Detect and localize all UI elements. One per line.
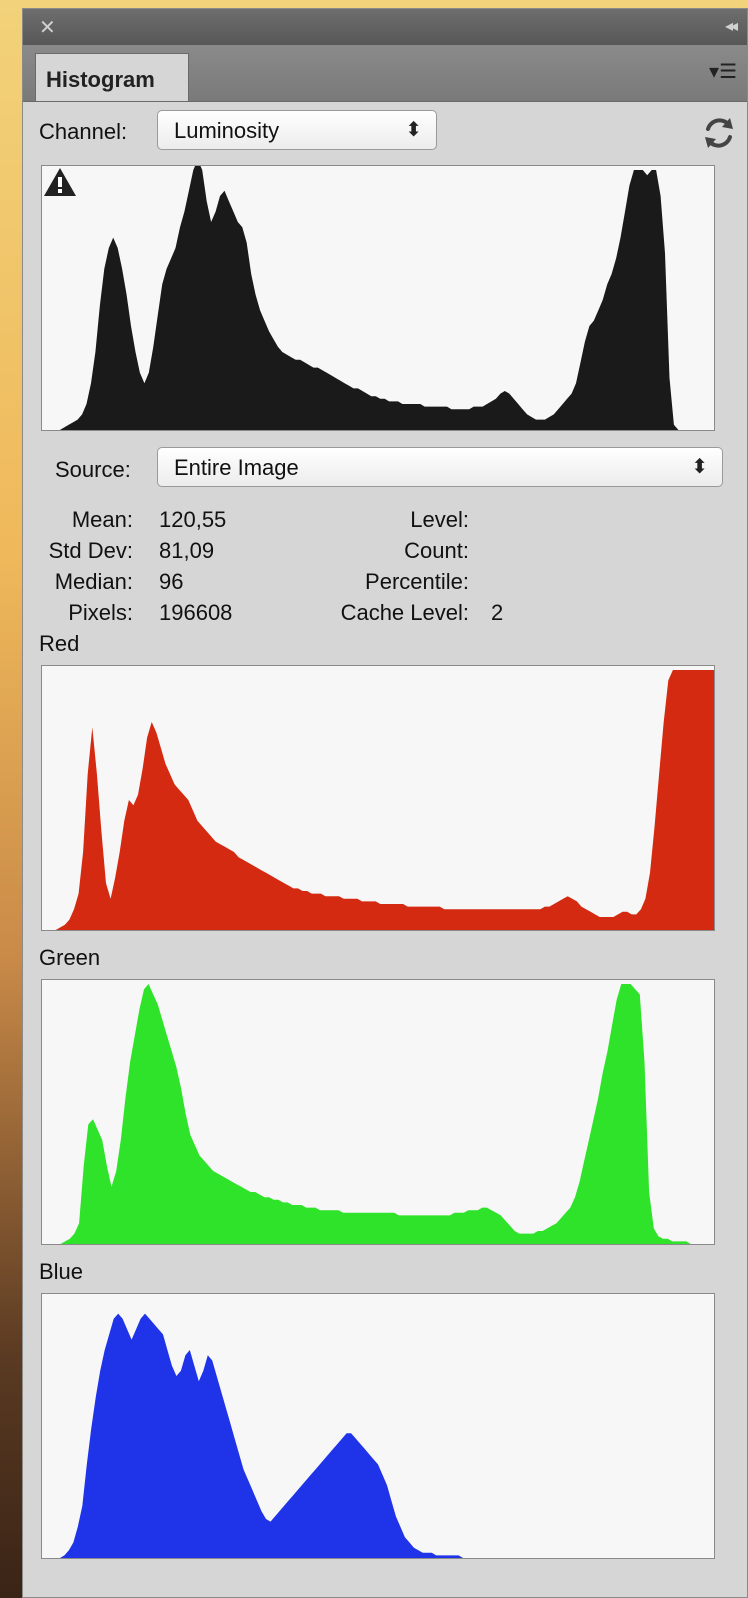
- cache-level-value: 2: [491, 600, 504, 625]
- channel-select[interactable]: Luminosity ⬍: [157, 110, 437, 150]
- red-histogram-chart: [42, 670, 714, 930]
- channel-select-value: Luminosity: [174, 118, 280, 143]
- median-value: 96: [159, 569, 184, 594]
- select-arrows-icon: ⬍: [691, 456, 708, 478]
- close-icon[interactable]: ✕: [39, 15, 56, 40]
- mean-label: Mean:: [71, 507, 133, 532]
- stddev-value: 81,09: [159, 538, 215, 563]
- median-label: Median:: [54, 569, 133, 594]
- blue-histogram[interactable]: [41, 1293, 715, 1559]
- panel-menu-icon[interactable]: ▾☰: [709, 59, 737, 84]
- refresh-icon[interactable]: [699, 113, 739, 153]
- source-label: Source:: [55, 457, 131, 482]
- stddev-label: Std Dev:: [48, 538, 133, 563]
- count-label: Count:: [404, 538, 469, 563]
- histogram-panel: ✕ ◂◂ Histogram ▾☰ Channel: Luminosity ⬍ …: [22, 8, 748, 1598]
- red-histogram-area: [42, 670, 714, 930]
- luminosity-histogram[interactable]: [41, 165, 715, 431]
- green-histogram-area: [42, 984, 714, 1244]
- pixels-value: 196608: [159, 600, 233, 625]
- percentile-label: Percentile:: [365, 569, 469, 594]
- panel-titlebar[interactable]: ✕ ◂◂: [23, 9, 747, 45]
- cache-warning-icon[interactable]: [42, 166, 78, 198]
- luminosity-histogram-area: [42, 166, 714, 430]
- pixels-label: Pixels:: [68, 600, 133, 625]
- mean-value: 120,55: [159, 507, 227, 532]
- source-select[interactable]: Entire Image ⬍: [157, 447, 723, 487]
- blue-channel-label: Blue: [39, 1259, 84, 1284]
- select-arrows-icon: ⬍: [405, 119, 422, 141]
- collapse-panel-icon[interactable]: ◂◂: [725, 16, 738, 36]
- luminosity-histogram-chart: [42, 166, 714, 430]
- blue-histogram-area: [42, 1313, 714, 1558]
- red-channel-label: Red: [39, 631, 80, 656]
- channel-label: Channel:: [39, 119, 128, 144]
- cache-level-label: Cache Level:: [340, 600, 469, 625]
- red-histogram[interactable]: [41, 665, 715, 931]
- source-select-value: Entire Image: [174, 455, 299, 480]
- green-histogram-chart: [42, 984, 714, 1244]
- level-label: Level:: [410, 507, 469, 532]
- green-channel-label: Green: [39, 945, 101, 970]
- green-histogram[interactable]: [41, 979, 715, 1245]
- tab-histogram[interactable]: Histogram: [35, 53, 189, 101]
- blue-histogram-chart: [42, 1313, 714, 1558]
- tab-strip: Histogram ▾☰: [23, 45, 747, 102]
